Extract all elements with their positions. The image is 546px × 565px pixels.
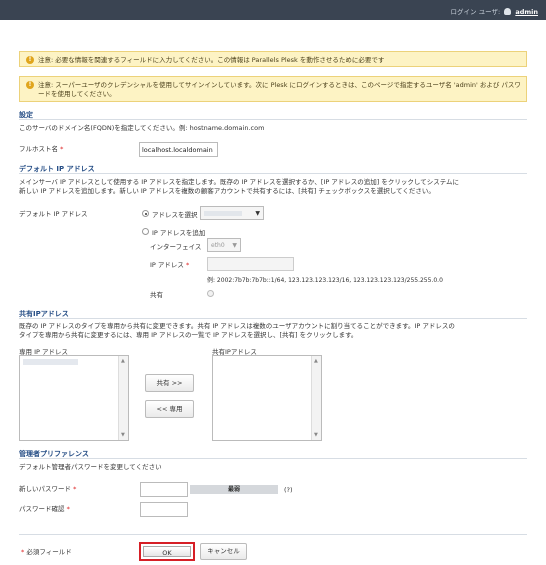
settings-description: このサーバのドメイン名(FQDN)を指定してください。例: hostname.d… — [19, 124, 265, 132]
scrollbar[interactable]: ▲ ▼ — [118, 356, 128, 440]
cancel-button[interactable]: キャンセル — [200, 543, 247, 560]
share-button[interactable]: 共有 >> — [145, 374, 194, 392]
login-label: ログイン ユーザ: — [450, 8, 501, 16]
divider — [19, 119, 527, 120]
ok-button[interactable]: OK — [143, 546, 191, 557]
shared-ip-desc-1: 既存の IP アドレスのタイプを専用から共有に変更できます。共有 IP アドレス… — [19, 322, 455, 330]
dedicate-button[interactable]: << 専用 — [145, 400, 194, 418]
interface-value: eth0 — [211, 242, 225, 249]
divider — [19, 458, 527, 459]
radio-add-address[interactable] — [142, 228, 149, 235]
notice-text: 注意: スーパーユーザのクレデンシャルを使用してサインインしています。次に Pl… — [38, 81, 521, 98]
chevron-down-icon: ▼ — [232, 242, 237, 249]
chevron-down-icon: ▼ — [255, 210, 260, 217]
notice-text: 注意: 必要な情報を関連するフィールドに入力してください。この情報は Paral… — [38, 56, 385, 64]
shared-label: 共有 — [150, 291, 163, 299]
divider — [19, 318, 527, 319]
ip-address-label: IP アドレス * — [150, 261, 190, 269]
radio-select-address-label: アドレスを選択 — [152, 211, 198, 219]
interface-label: インターフェイス — [150, 243, 202, 251]
ip-example: 例: 2002:7b7b:7b7b::1/64, 123.123.123.123… — [207, 277, 443, 284]
password-strength-meter: 最弱 — [190, 485, 278, 494]
required-fields-note: * 必須フィールド — [21, 548, 72, 556]
default-ip-desc-1: メインサーバ IP アドレスとして使用する IP アドレスを指定します。既存の … — [19, 178, 460, 186]
divider — [19, 173, 527, 174]
ok-button-highlight: OK — [139, 542, 195, 561]
shared-checkbox[interactable] — [207, 290, 214, 297]
chevron-up-icon: ▲ — [314, 358, 318, 364]
dedicated-ip-list[interactable]: ▲ ▼ — [19, 355, 129, 441]
divider — [19, 534, 527, 535]
admin-prefs-desc: デフォルト管理者パスワードを変更してください — [19, 463, 162, 471]
warning-icon: ! — [26, 81, 34, 89]
default-ip-label: デフォルト IP アドレス — [19, 210, 88, 218]
help-icon[interactable]: (?) — [284, 486, 293, 494]
chevron-down-icon: ▼ — [314, 432, 318, 438]
radio-select-address[interactable] — [142, 210, 149, 217]
fullhost-input[interactable]: localhost.localdomain — [139, 142, 218, 157]
username-link[interactable]: admin — [515, 8, 538, 16]
new-password-label: 新しいパスワード * — [19, 485, 77, 493]
ip-address-input[interactable] — [207, 257, 294, 271]
warning-icon: ! — [26, 56, 34, 64]
notice-superuser: ! 注意: スーパーユーザのクレデンシャルを使用してサインインしています。次に … — [19, 76, 527, 102]
ip-address-value — [204, 211, 242, 216]
ip-address-select[interactable]: ▼ — [200, 206, 264, 220]
shared-ip-desc-2: タイプを専用から共有に変更するには、専用 IP アドレスの一覧で IP アドレス… — [19, 331, 358, 339]
top-bar: ログイン ユーザ: admin — [0, 0, 546, 20]
chevron-up-icon: ▲ — [121, 358, 125, 364]
fullhost-label: フルホスト名 * — [19, 145, 64, 153]
new-password-input[interactable] — [140, 482, 188, 497]
user-icon — [504, 8, 512, 15]
default-ip-desc-2: 新しい IP アドレスを追加します。新しい IP アドレスを複数の顧客アカウント… — [19, 187, 435, 195]
scrollbar[interactable]: ▲ ▼ — [311, 356, 321, 440]
login-info: ログイン ユーザ: admin — [451, 6, 538, 16]
notice-required-info: ! 注意: 必要な情報を関連するフィールドに入力してください。この情報は Par… — [19, 51, 527, 67]
shared-ip-list[interactable]: ▲ ▼ — [212, 355, 322, 441]
chevron-down-icon: ▼ — [121, 432, 125, 438]
confirm-password-input[interactable] — [140, 502, 188, 517]
interface-select[interactable]: eth0 ▼ — [207, 238, 241, 252]
list-item[interactable] — [23, 359, 78, 365]
radio-add-address-label: IP アドレスを追加 — [152, 229, 206, 237]
confirm-password-label: パスワード確認 * — [19, 505, 70, 513]
